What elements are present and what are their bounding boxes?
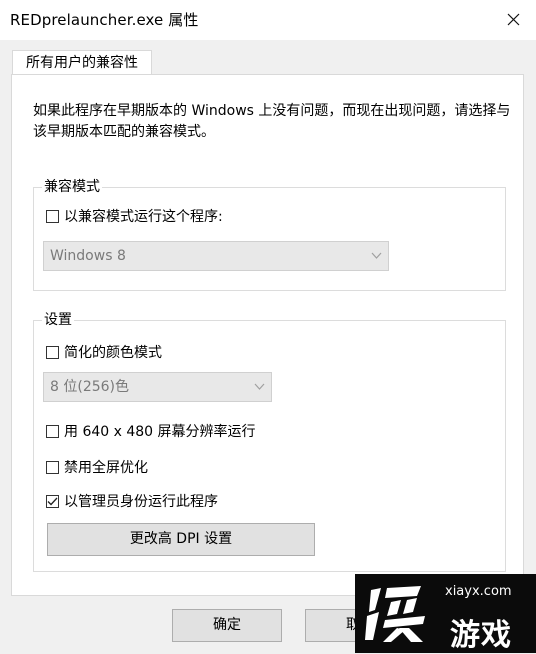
reduced-color-checkbox[interactable] xyxy=(46,345,59,359)
checkmark-icon xyxy=(47,497,58,505)
compat-mode-group-title: 兼容模式 xyxy=(42,177,102,197)
settings-group: 设置 简化的颜色模式 8 位(256)色 用 640 x 480 屏幕分辨率运行… xyxy=(33,310,506,572)
compat-panel: 如果此程序在早期版本的 Windows 上没有问题，而现在出现问题，请选择与该早… xyxy=(11,74,524,596)
run-as-admin-label: 以管理员身份运行此程序 xyxy=(64,494,218,510)
res-640-row[interactable]: 用 640 x 480 屏幕分辨率运行 xyxy=(46,421,256,441)
res-640-checkbox[interactable] xyxy=(46,424,59,438)
xia-logo-icon xyxy=(365,586,425,642)
window-title: REDprelauncher.exe 属性 xyxy=(10,11,199,29)
color-depth-select[interactable]: 8 位(256)色 xyxy=(43,372,272,402)
os-version-select-value: Windows 8 xyxy=(50,248,126,264)
compat-mode-checkbox-label: 以兼容模式运行这个程序: xyxy=(64,209,223,225)
chevron-down-icon xyxy=(254,383,265,390)
reduced-color-row[interactable]: 简化的颜色模式 xyxy=(46,342,162,362)
disable-fullscreen-opt-row[interactable]: 禁用全屏优化 xyxy=(46,457,148,477)
run-as-admin-checkbox[interactable] xyxy=(46,494,59,508)
close-button[interactable] xyxy=(490,0,536,40)
reduced-color-label: 简化的颜色模式 xyxy=(64,345,162,361)
res-640-label: 用 640 x 480 屏幕分辨率运行 xyxy=(64,424,256,440)
settings-group-title: 设置 xyxy=(42,310,74,330)
ok-button[interactable]: 确定 xyxy=(172,609,282,642)
disable-fullscreen-opt-label: 禁用全屏优化 xyxy=(64,460,148,476)
color-depth-select-value: 8 位(256)色 xyxy=(50,379,130,395)
watermark-text: 游戏 xyxy=(450,618,512,653)
properties-window: REDprelauncher.exe 属性 所有用户的兼容性 如果此程序在早期版… xyxy=(0,0,536,653)
change-dpi-settings-button[interactable]: 更改高 DPI 设置 xyxy=(47,523,315,556)
os-version-select[interactable]: Windows 8 xyxy=(43,241,389,271)
compat-mode-checkbox[interactable] xyxy=(46,209,59,223)
title-bar[interactable]: REDprelauncher.exe 属性 xyxy=(0,0,536,40)
run-as-admin-row[interactable]: 以管理员身份运行此程序 xyxy=(46,491,218,511)
description-text: 如果此程序在早期版本的 Windows 上没有问题，而现在出现问题，请选择与该早… xyxy=(33,103,511,140)
compat-mode-checkbox-row[interactable]: 以兼容模式运行这个程序: xyxy=(46,206,223,226)
compat-mode-group: 兼容模式 以兼容模式运行这个程序: Windows 8 xyxy=(33,177,506,291)
disable-fullscreen-opt-checkbox[interactable] xyxy=(46,460,59,474)
tab-all-users-compat[interactable]: 所有用户的兼容性 xyxy=(12,50,152,74)
watermark-url: xiayx.com xyxy=(445,584,512,599)
close-icon xyxy=(507,11,520,30)
chevron-down-icon xyxy=(371,252,382,259)
site-watermark: xiayx.com 游戏 xyxy=(355,574,536,653)
tab-strip: 所有用户的兼容性 xyxy=(0,40,536,74)
